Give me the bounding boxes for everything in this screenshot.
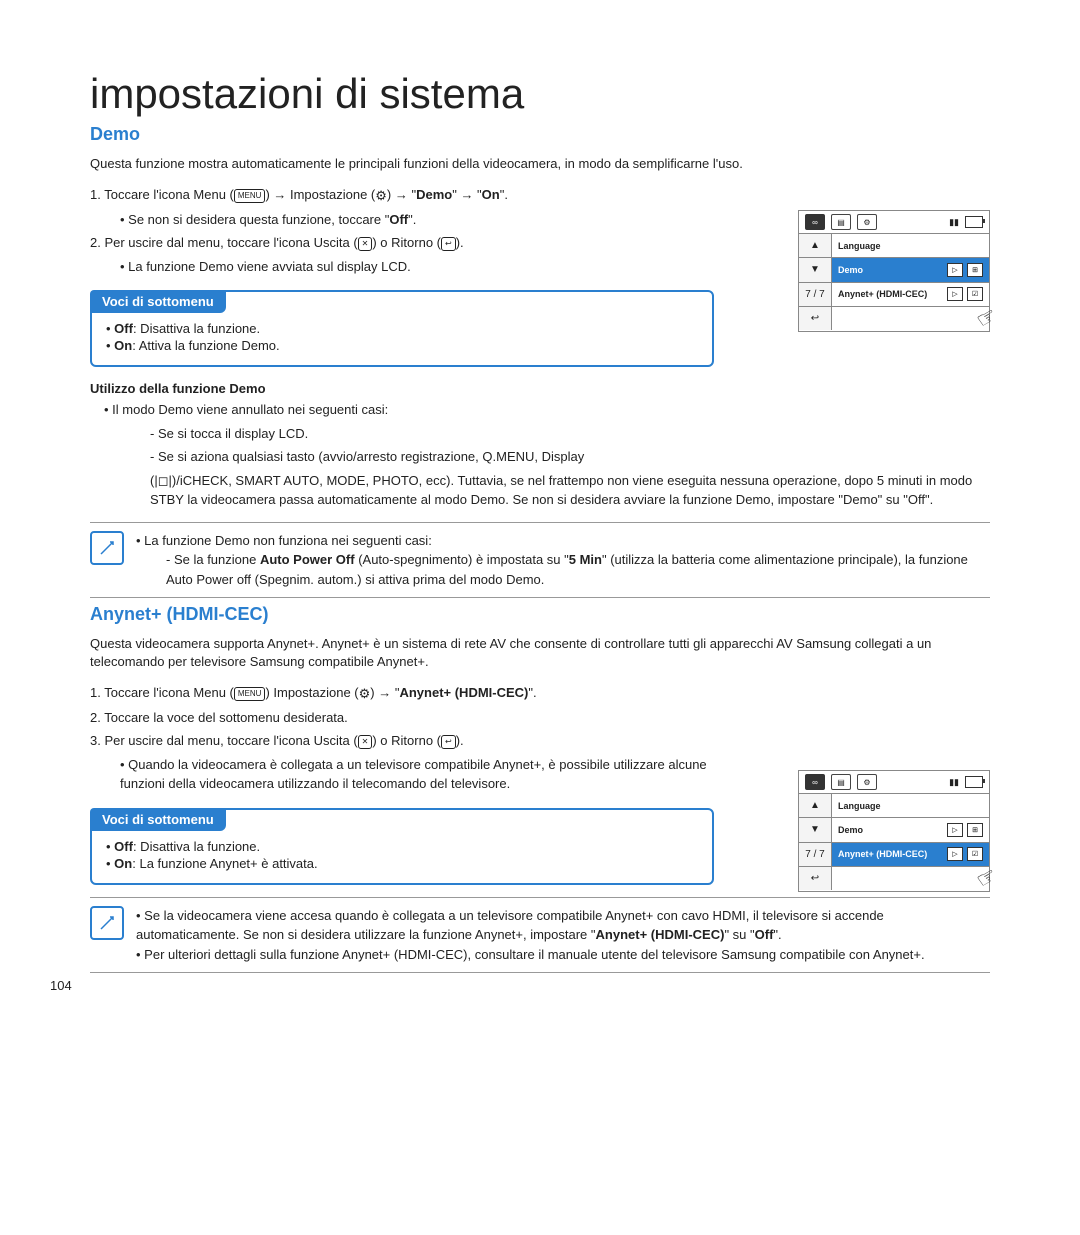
anynet-step3: 3. Per uscire dal menu, toccare l'icona … <box>90 731 710 751</box>
submenu-on: • On: La funzione Anynet+ è attivata. <box>106 856 698 871</box>
up-button[interactable]: ▲ <box>799 794 831 818</box>
signal-icon: ▮▮ <box>949 217 959 228</box>
menu-row-language[interactable]: Language <box>832 794 989 818</box>
grid-icon: ⊞ <box>967 263 983 277</box>
section-demo-heading: Demo <box>90 124 990 145</box>
menu-row-demo[interactable]: Demo ▷ ⊞ <box>832 258 989 282</box>
submenu-on: • On: Attiva la funzione Demo. <box>106 338 698 353</box>
play-icon: ▷ <box>947 823 963 837</box>
section-anynet-heading: Anynet+ (HDMI-CEC) <box>90 604 990 625</box>
anynet-note1: Se la videocamera viene accesa quando è … <box>136 906 990 945</box>
anynet-step3-sub: Quando la videocamera è collegata a un t… <box>120 755 710 794</box>
util-dash1: Se si tocca il display LCD. <box>150 424 990 444</box>
note-icon <box>90 906 124 940</box>
gear-icon: ⚙ <box>857 774 877 790</box>
close-icon: ✕ <box>358 735 373 749</box>
anynet-note2: Per ulteriori dettagli sulla funzione An… <box>136 945 990 965</box>
gear-icon: ⚙ <box>375 186 387 206</box>
grid-icon: ⊞ <box>967 823 983 837</box>
menu-icon: MENU <box>234 189 266 203</box>
demo-intro: Questa funzione mostra automaticamente l… <box>90 155 990 173</box>
util-intro: Il modo Demo viene annullato nei seguent… <box>104 400 990 420</box>
camera-icon: ∞ <box>805 214 825 230</box>
note-box-anynet: Se la videocamera viene accesa quando è … <box>90 897 990 974</box>
camera-icon: ∞ <box>805 774 825 790</box>
anynet-step2: 2. Toccare la voce del sottomenu desider… <box>90 708 710 728</box>
menu-row-anynet[interactable]: Anynet+ (HDMI-CEC) ▷ ☑ <box>832 283 989 307</box>
note-box-demo: La funzione Demo non funziona nei seguen… <box>90 522 990 599</box>
demo-step1-sub: Se non si desidera questa funzione, tocc… <box>120 210 710 230</box>
check-icon: ☑ <box>967 847 983 861</box>
play-icon: ▷ <box>947 847 963 861</box>
submenu-off: • Off: Disattiva la funzione. <box>106 321 698 336</box>
anynet-intro: Questa videocamera supporta Anynet+. Any… <box>90 635 990 671</box>
list-icon: ▤ <box>831 214 851 230</box>
demo-step1: 1. Toccare l'icona Menu (MENU) → Imposta… <box>90 185 710 205</box>
check-icon: ☑ <box>967 287 983 301</box>
menu-row-demo[interactable]: Demo ▷ ⊞ <box>832 818 989 842</box>
page-title: impostazioni di sistema <box>90 70 990 118</box>
submenu-box-demo: Voci di sottomenu • Off: Disattiva la fu… <box>90 290 714 367</box>
return-button[interactable]: ↩ <box>799 867 831 890</box>
device-screenshot-demo: ∞ ▤ ⚙ ▮▮ ▲ ▼ 7 / 7 ↩ Language Demo ▷ ⊞ <box>798 210 990 332</box>
submenu-box-anynet: Voci di sottomenu • Off: Disattiva la fu… <box>90 808 714 885</box>
page-number: 104 <box>50 978 72 993</box>
gear-icon: ⚙ <box>359 684 371 704</box>
device-screenshot-anynet: ∞ ▤ ⚙ ▮▮ ▲ ▼ 7 / 7 ↩ Language Demo ▷ ⊞ <box>798 770 990 892</box>
note-line1: La funzione Demo non funziona nei seguen… <box>136 531 990 551</box>
play-icon: ▷ <box>947 263 963 277</box>
util-dash2: Se si aziona qualsiasi tasto (avvio/arre… <box>150 447 990 467</box>
battery-icon <box>965 216 983 228</box>
utilization-heading: Utilizzo della funzione Demo <box>90 381 990 396</box>
demo-step2: 2. Per uscire dal menu, toccare l'icona … <box>90 233 710 253</box>
menu-row-language[interactable]: Language <box>832 234 989 258</box>
note-icon <box>90 531 124 565</box>
page-indicator: 7 / 7 <box>799 843 831 867</box>
return-icon: ↩ <box>441 735 456 749</box>
return-button[interactable]: ↩ <box>799 307 831 330</box>
submenu-off: • Off: Disattiva la funzione. <box>106 839 698 854</box>
signal-icon: ▮▮ <box>949 777 959 788</box>
util-dash3: (|◻|)/iCHECK, SMART AUTO, MODE, PHOTO, e… <box>150 471 990 510</box>
menu-row-anynet[interactable]: Anynet+ (HDMI-CEC) ▷ ☑ <box>832 843 989 867</box>
note-line2: Se la funzione Auto Power Off (Auto-speg… <box>166 550 990 589</box>
down-button[interactable]: ▼ <box>799 818 831 842</box>
gear-icon: ⚙ <box>857 214 877 230</box>
submenu-header: Voci di sottomenu <box>90 290 226 313</box>
anynet-step1: 1. Toccare l'icona Menu (MENU) Impostazi… <box>90 683 710 703</box>
demo-step2-sub: La funzione Demo viene avviata sul displ… <box>120 257 710 277</box>
down-button[interactable]: ▼ <box>799 258 831 282</box>
menu-icon: MENU <box>234 687 266 701</box>
battery-icon <box>965 776 983 788</box>
list-icon: ▤ <box>831 774 851 790</box>
close-icon: ✕ <box>358 237 373 251</box>
return-icon: ↩ <box>441 237 456 251</box>
up-button[interactable]: ▲ <box>799 234 831 258</box>
page-indicator: 7 / 7 <box>799 283 831 307</box>
play-icon: ▷ <box>947 287 963 301</box>
submenu-header: Voci di sottomenu <box>90 808 226 831</box>
